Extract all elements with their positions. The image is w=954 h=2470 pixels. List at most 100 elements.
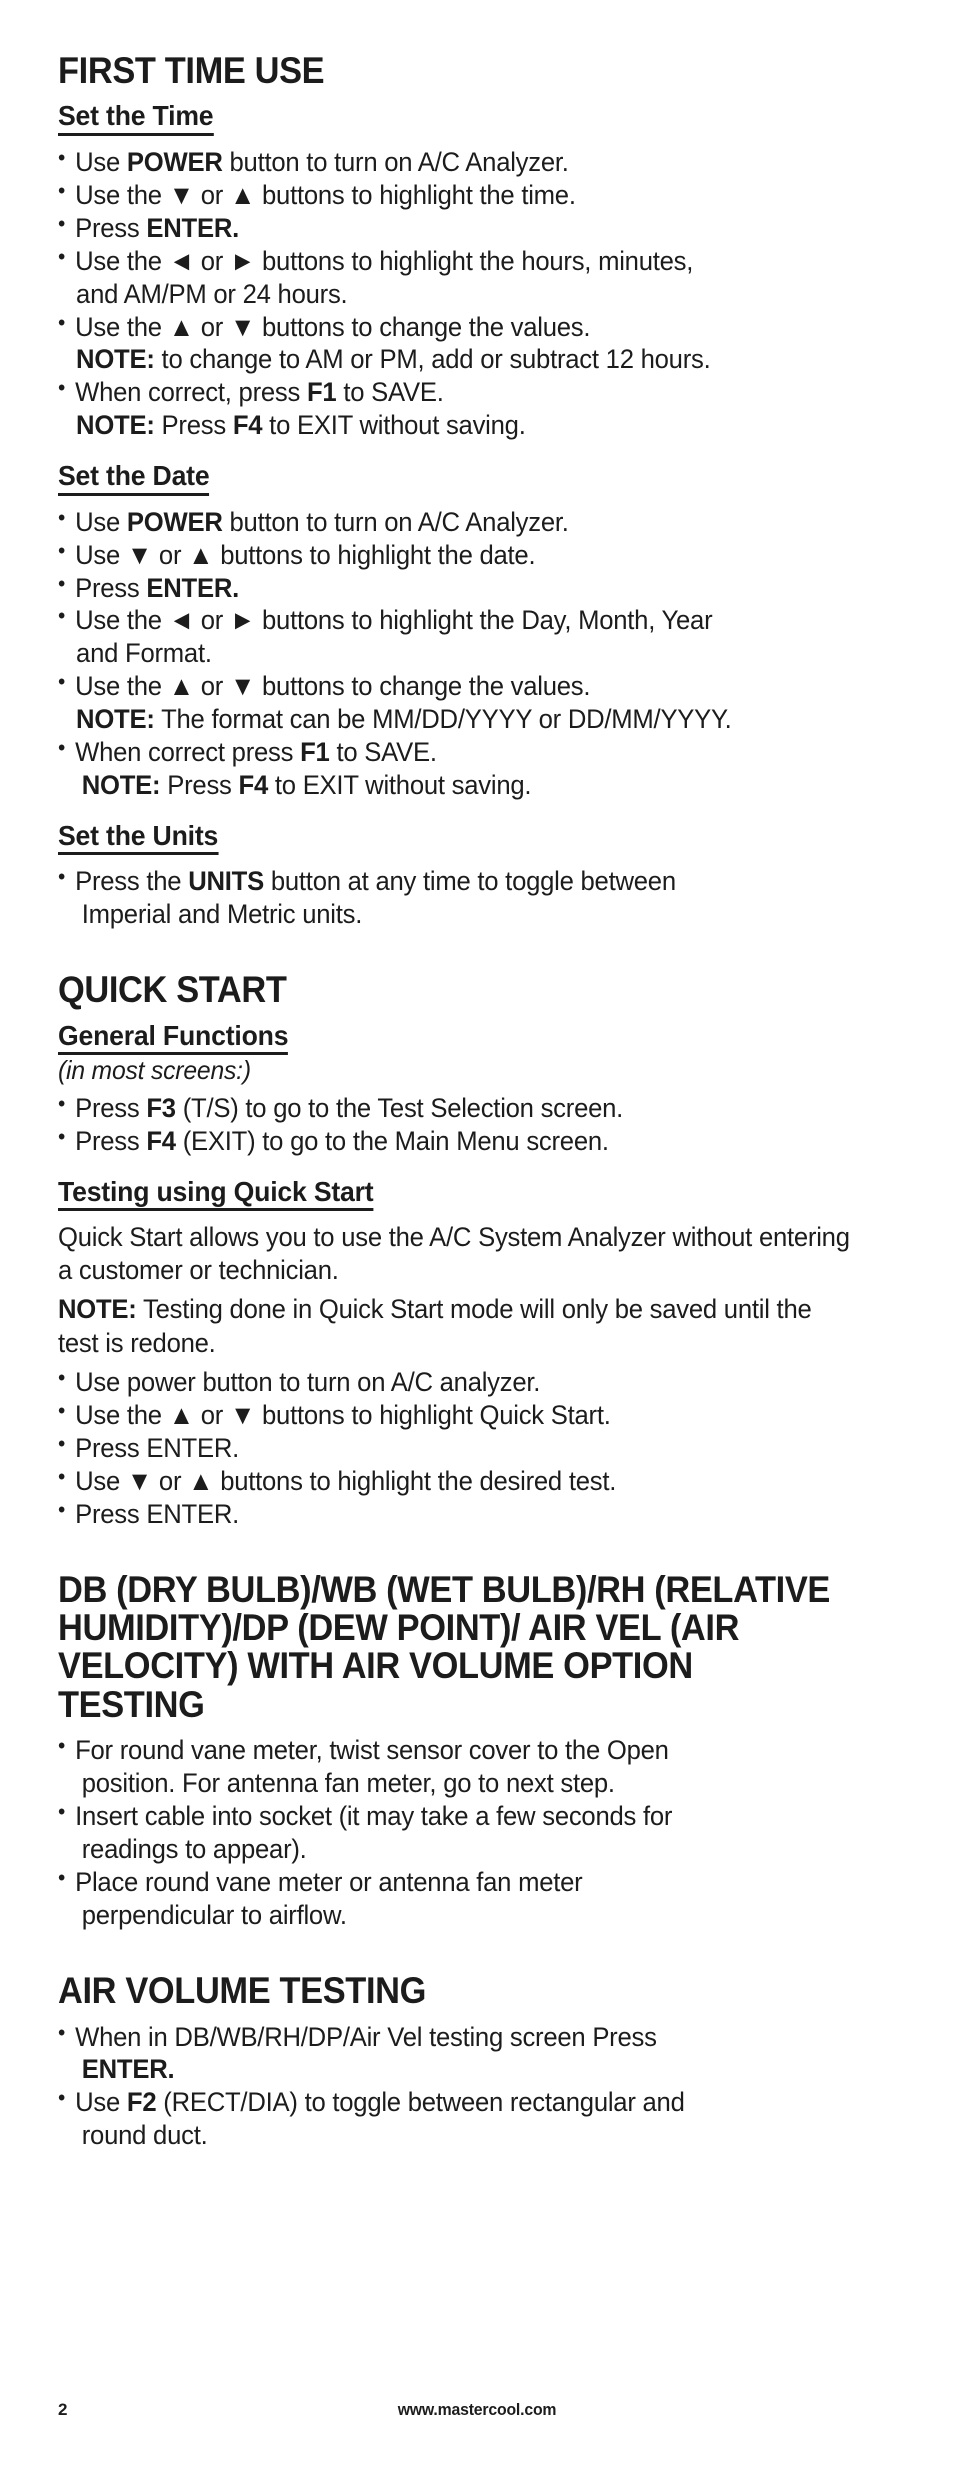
bullet-continuation: position. For antenna fan meter, go to n… [81, 1768, 615, 1799]
section-heading-db-wb-rh-dp-airvel: DB (DRY BULB)/WB (WET BULB)/RH (RELATIVE… [58, 1568, 831, 1725]
bullet-text-bold: F1 [306, 377, 337, 408]
bullet-text-post: button to turn on A/C Analyzer. [222, 146, 569, 177]
bullet-text-bold: F4 [146, 1125, 176, 1156]
bullet-continuation-bold: ENTER. [81, 2054, 175, 2085]
section-heading-first-time-use: FIRST TIME USE [58, 50, 325, 91]
bullet-text-pre: Use [75, 2087, 127, 2118]
list-item: Use the ▲ or ▼ buttons to highlight Quic… [58, 1398, 854, 1432]
note-text: to change to AM or PM, add or subtract 1… [154, 344, 711, 375]
list-item: Use ▼ or ▲ buttons to highlight the desi… [58, 1464, 854, 1498]
list-item: Use the ▲ or ▼ buttons to change the val… [58, 669, 854, 736]
list-item: Press ENTER. [58, 211, 854, 245]
subsection-set-the-units-header: Set the Units [58, 820, 896, 856]
note-text-2: to EXIT without saving. [267, 770, 532, 801]
bullet-note-line: NOTE: Press F4 to EXIT without saving. [75, 769, 854, 802]
subsection-testing-quick-start-header: Testing using Quick Start [58, 1176, 896, 1212]
list-item: Insert cable into socket (it may take a … [58, 1799, 854, 1866]
bullet-text-pre: Press [75, 212, 147, 243]
note-label: NOTE: [58, 1294, 137, 1325]
list-item: Place round vane meter or antenna fan me… [58, 1865, 854, 1932]
list-item: Use the ◄ or ► buttons to highlight the … [58, 603, 854, 670]
bullet-note-line: NOTE: to change to AM or PM, add or subt… [75, 343, 854, 376]
bullet-text-post: (RECT/DIA) to toggle between rectangular… [156, 2087, 685, 2118]
bullet-text-post: (T/S) to go to the Test Selection screen… [175, 1092, 624, 1123]
note-label: NOTE: [76, 410, 155, 441]
bullet-list-testing-quick-start: Use power button to turn on A/C analyzer… [58, 1365, 896, 1531]
note-label: NOTE: [76, 344, 155, 375]
list-item: Use the ▼ or ▲ buttons to highlight the … [58, 178, 854, 212]
bullet-text-post: button to turn on A/C Analyzer. [222, 506, 569, 537]
bullet-text-pre: Use the ◄ or ► buttons to highlight the … [75, 605, 713, 636]
subheading-set-the-date: Set the Date [58, 460, 210, 496]
list-item: Use the ◄ or ► buttons to highlight the … [58, 244, 854, 311]
note-key: F4 [232, 410, 263, 441]
note-label: NOTE: [81, 770, 161, 801]
bullet-list-general-functions: Press F3 (T/S) to go to the Test Selecti… [58, 1091, 896, 1158]
bullet-note-line: NOTE: Press F4 to EXIT without saving. [75, 409, 854, 442]
list-item: When in DB/WB/RH/DP/Air Vel testing scre… [58, 2020, 854, 2087]
list-item: Press F4 (EXIT) to go to the Main Menu s… [58, 1124, 854, 1158]
bullet-text-bold: F1 [300, 737, 330, 768]
list-item: Use F2 (RECT/DIA) to toggle between rect… [58, 2085, 854, 2152]
subheading-general-functions: General Functions [58, 1020, 288, 1056]
subheading-set-the-units: Set the Units [58, 820, 218, 856]
bullet-list-set-the-date: Use POWER button to turn on A/C Analyzer… [58, 505, 896, 802]
bullet-text-pre: When correct, press [75, 377, 307, 408]
bullet-continuation: round duct. [81, 2120, 208, 2151]
bullet-continuation: Imperial and Metric units. [81, 899, 363, 930]
paragraph-quick-start-note: NOTE: Testing done in Quick Start mode w… [58, 1293, 854, 1359]
manual-page: FIRST TIME USE Set the Time Use POWER bu… [0, 0, 954, 2470]
note-text: Press [160, 770, 239, 801]
section-heading-quick-start: QUICK START [58, 969, 287, 1011]
general-functions-italic-note: (in most screens:) [58, 1055, 251, 1086]
bullet-text-pre: Use the ▲ or ▼ buttons to change the val… [75, 311, 591, 342]
list-item: Use the ▲ or ▼ buttons to change the val… [58, 310, 854, 377]
bullet-text-bold: ENTER. [146, 572, 240, 603]
list-item: Press ENTER. [58, 1431, 854, 1465]
paragraph-text: Quick Start allows you to use the A/C Sy… [58, 1222, 850, 1286]
bullet-text-bold: POWER [126, 146, 223, 177]
bullet-text-pre: Press [75, 1125, 147, 1156]
bullet-continuation: and AM/PM or 24 hours. [76, 278, 348, 309]
page-footer: 2 www.mastercool.com [58, 2400, 896, 2426]
bullet-text-bold: F3 [146, 1092, 176, 1123]
bullet-text-post: button at any time to toggle between [263, 866, 676, 897]
bullet-note-line: NOTE: The format can be MM/DD/YYYY or DD… [75, 703, 854, 736]
section-heading-air-volume-testing: AIR VOLUME TESTING [58, 1970, 427, 2012]
bullet-text-bold: UNITS [188, 866, 264, 897]
bullet-text-pre: Press [75, 572, 147, 603]
list-item: When correct, press F1 to SAVE. NOTE: Pr… [58, 375, 854, 442]
subheading-set-the-time: Set the Time [58, 100, 214, 136]
list-item: Use power button to turn on A/C analyzer… [58, 1365, 854, 1399]
page-number: 2 [58, 2400, 68, 2419]
bullet-text-pre: Use the ◄ or ► buttons to highlight the … [75, 245, 694, 276]
note-text: Press [154, 410, 233, 441]
list-item: When correct press F1 to SAVE. NOTE: Pre… [58, 735, 854, 802]
bullet-text-post: (EXIT) to go to the Main Menu screen. [175, 1125, 609, 1156]
list-item: Use ▼ or ▲ buttons to highlight the date… [58, 538, 854, 572]
bullet-list-set-the-units: Press the UNITS button at any time to to… [58, 864, 896, 931]
subsection-general-functions-header: General Functions [58, 1020, 896, 1056]
footer-website: www.mastercool.com [397, 2400, 557, 2419]
bullet-list-air-volume-steps: When in DB/WB/RH/DP/Air Vel testing scre… [58, 2020, 896, 2153]
bullet-text-pre: Press the [75, 866, 189, 897]
list-item: Press ENTER. [58, 571, 854, 605]
list-item: For round vane meter, twist sensor cover… [58, 1733, 854, 1800]
subsection-set-the-time-header: Set the Time [58, 100, 896, 136]
list-item: Use POWER button to turn on A/C Analyzer… [58, 505, 854, 539]
bullet-text-pre: Use ▼ or ▲ buttons to highlight the desi… [75, 1465, 617, 1496]
list-item: Press F3 (T/S) to go to the Test Selecti… [58, 1091, 854, 1125]
bullet-continuation: and Format. [76, 638, 212, 669]
bullet-text-post: to SAVE. [336, 377, 444, 408]
bullet-continuation: perpendicular to airflow. [81, 1900, 347, 1931]
bullet-text-bold: F2 [126, 2087, 157, 2118]
bullet-continuation: readings to appear). [81, 1834, 307, 1865]
bullet-list-set-the-time: Use POWER button to turn on A/C Analyzer… [58, 145, 896, 442]
list-item: Use POWER button to turn on A/C Analyzer… [58, 145, 854, 179]
note-text: Testing done in Quick Start mode will on… [58, 1294, 812, 1358]
subsection-set-the-date-header: Set the Date [58, 460, 896, 496]
bullet-text-pre: Press [75, 1092, 147, 1123]
bullet-text-post: to SAVE. [329, 737, 437, 768]
bullet-text-pre: Press ENTER. [75, 1432, 240, 1463]
list-item: Press the UNITS button at any time to to… [58, 864, 854, 931]
